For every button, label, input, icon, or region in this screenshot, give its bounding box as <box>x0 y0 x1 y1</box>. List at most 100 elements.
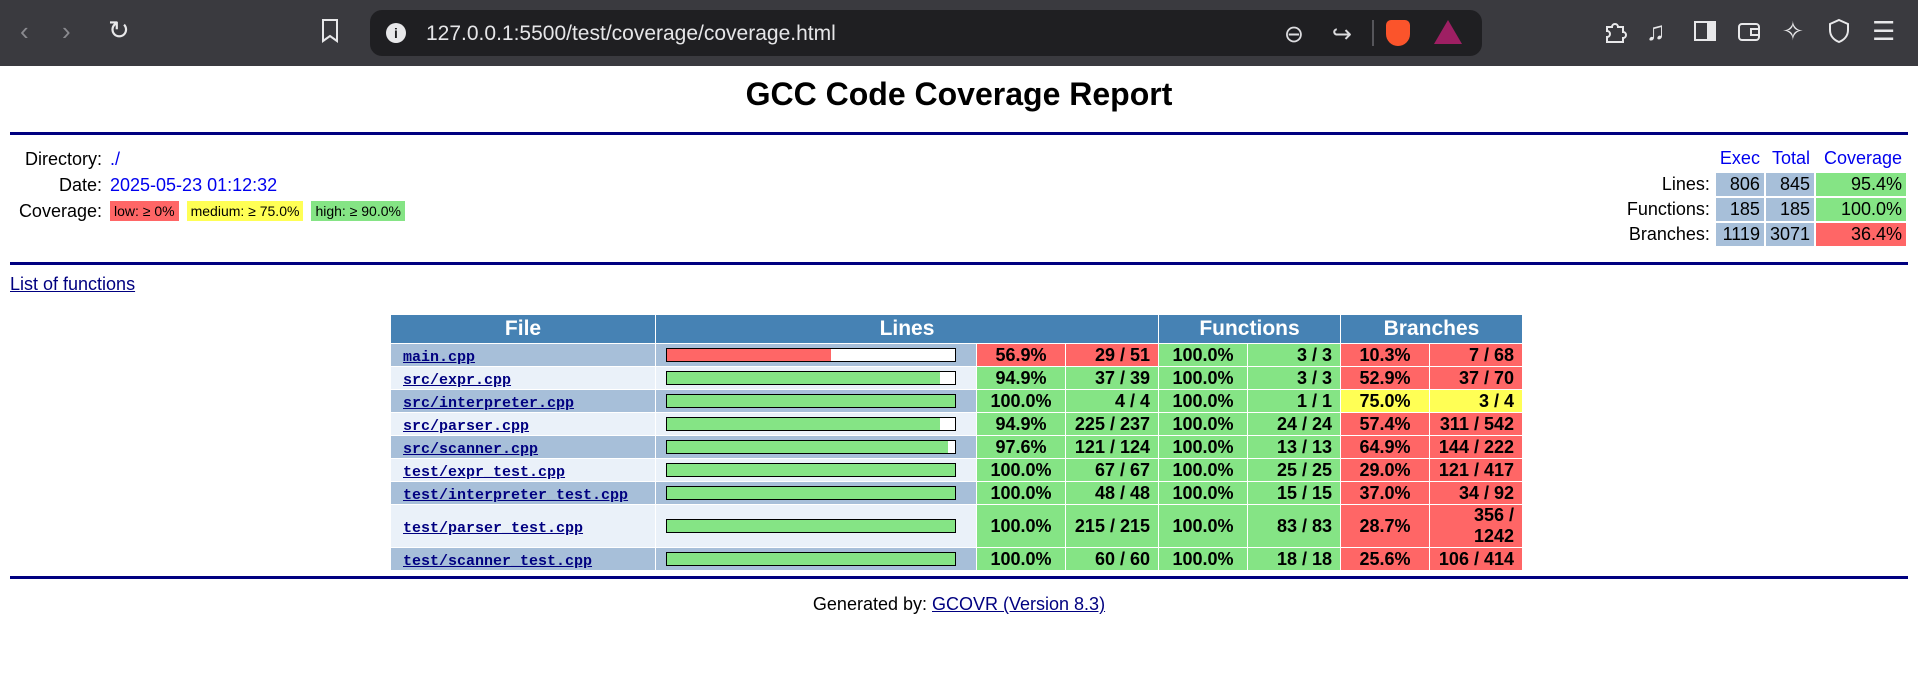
line-coverage-bar <box>666 394 956 408</box>
info-icon[interactable]: i <box>386 23 406 43</box>
reload-icon[interactable]: ↻ <box>108 17 130 43</box>
summary-header-exec: Exec <box>1719 148 1760 168</box>
functions-ratio: 18 / 18 <box>1248 548 1340 570</box>
branches-percent: 25.6% <box>1341 548 1429 570</box>
table-row: test/scanner_test.cpp 100.0% 60 / 60 100.0%… <box>391 548 1522 570</box>
summary-total: 185 <box>1765 198 1814 221</box>
extensions-icon[interactable] <box>1602 18 1628 48</box>
legend-high: high: ≥ 90.0% <box>311 201 405 221</box>
file-cell: main.cpp <box>391 344 655 366</box>
functions-percent: 100.0% <box>1159 390 1247 412</box>
summary-rule <box>10 262 1908 265</box>
summary-coverage: 36.4% <box>1816 223 1906 246</box>
line-coverage-bar-fill <box>667 349 831 361</box>
file-link[interactable]: src/expr.cpp <box>403 372 511 389</box>
file-link[interactable]: test/expr_test.cpp <box>403 464 565 481</box>
vpn-icon[interactable] <box>1826 18 1852 48</box>
file-cell: src/interpreter.cpp <box>391 390 655 412</box>
branches-percent: 75.0% <box>1341 390 1429 412</box>
legend-medium: medium: ≥ 75.0% <box>186 201 304 221</box>
file-link[interactable]: test/interpreter_test.cpp <box>403 487 628 504</box>
menu-icon[interactable]: ☰ <box>1872 18 1895 44</box>
line-coverage-bar-cell <box>656 459 976 481</box>
line-coverage-bar <box>666 552 956 566</box>
back-icon[interactable]: ‹ <box>20 18 29 44</box>
bookmark-icon[interactable] <box>320 18 340 48</box>
branches-percent: 28.7% <box>1341 505 1429 547</box>
lines-percent: 100.0% <box>977 459 1065 481</box>
lines-ratio: 121 / 124 <box>1066 436 1158 458</box>
branches-percent: 37.0% <box>1341 482 1429 504</box>
functions-percent: 100.0% <box>1159 459 1247 481</box>
file-link[interactable]: src/scanner.cpp <box>403 441 538 458</box>
functions-ratio: 25 / 25 <box>1248 459 1340 481</box>
file-cell: test/interpreter_test.cpp <box>391 482 655 504</box>
lines-column-header: Lines <box>656 315 1158 343</box>
file-link[interactable]: main.cpp <box>403 349 475 366</box>
branches-percent: 29.0% <box>1341 459 1429 481</box>
line-coverage-bar-cell <box>656 390 976 412</box>
branches-ratio: 144 / 222 <box>1430 436 1522 458</box>
summary-coverage: 95.4% <box>1816 173 1906 196</box>
line-coverage-bar-fill <box>667 487 955 499</box>
line-coverage-bar <box>666 440 956 454</box>
branches-ratio: 34 / 92 <box>1430 482 1522 504</box>
line-coverage-bar-cell <box>656 436 976 458</box>
functions-percent: 100.0% <box>1159 505 1247 547</box>
lines-ratio: 67 / 67 <box>1066 459 1158 481</box>
line-coverage-bar-fill <box>667 372 941 384</box>
page-title: GCC Code Coverage Report <box>745 76 1173 112</box>
header-rule <box>10 132 1908 135</box>
lines-percent: 100.0% <box>977 548 1065 570</box>
sidebar-icon[interactable] <box>1692 18 1718 48</box>
line-coverage-bar-fill <box>667 418 941 430</box>
url-text[interactable]: 127.0.0.1:5500/test/coverage/coverage.ht… <box>426 22 836 46</box>
address-bar[interactable]: i 127.0.0.1:5500/test/coverage/coverage.… <box>370 10 1482 56</box>
lines-percent: 100.0% <box>977 390 1065 412</box>
functions-ratio: 13 / 13 <box>1248 436 1340 458</box>
forward-icon[interactable]: › <box>62 18 71 44</box>
line-coverage-bar-fill <box>667 464 955 476</box>
summary-exec: 185 <box>1715 198 1764 221</box>
branches-percent: 52.9% <box>1341 367 1429 389</box>
line-coverage-bar-fill <box>667 395 955 407</box>
file-cell: test/parser_test.cpp <box>391 505 655 547</box>
table-row: main.cpp 56.9% 29 / 51 100.0% 3 / 3 10.3% 7 / … <box>391 344 1522 366</box>
coverage-report: GCC Code Coverage Report Directory: ./ D… <box>0 66 1918 684</box>
zoom-out-icon[interactable]: ⊖ <box>1284 20 1304 49</box>
branches-ratio: 106 / 414 <box>1430 548 1522 570</box>
wallet-icon[interactable] <box>1736 18 1762 48</box>
branches-column-header: Branches <box>1341 315 1522 343</box>
line-coverage-bar-cell <box>656 344 976 366</box>
list-of-functions-link[interactable]: List of functions <box>10 274 135 295</box>
line-coverage-bar <box>666 371 956 385</box>
branches-ratio: 356 / 1242 <box>1430 505 1522 547</box>
table-row: test/interpreter_test.cpp 100.0% 48 / 48 10… <box>391 482 1522 504</box>
summary-total: 3071 <box>1765 223 1814 246</box>
line-coverage-bar-fill <box>667 553 955 565</box>
media-icon[interactable]: ♫ <box>1646 18 1666 44</box>
line-coverage-bar <box>666 348 956 362</box>
line-coverage-bar-cell <box>656 482 976 504</box>
gcovr-link[interactable]: GCOVR (Version 8.3) <box>932 594 1105 614</box>
lines-percent: 100.0% <box>977 505 1065 547</box>
lines-ratio: 215 / 215 <box>1066 505 1158 547</box>
file-link[interactable]: test/scanner_test.cpp <box>403 553 592 570</box>
share-icon[interactable]: ↪ <box>1332 20 1352 49</box>
file-link[interactable]: src/interpreter.cpp <box>403 395 574 412</box>
brave-shields-icon[interactable] <box>1386 20 1410 46</box>
brave-rewards-icon[interactable] <box>1434 20 1462 44</box>
legend-low: low: ≥ 0% <box>110 201 179 221</box>
file-link[interactable]: test/parser_test.cpp <box>403 520 583 537</box>
branches-ratio: 311 / 542 <box>1430 413 1522 435</box>
file-link[interactable]: src/parser.cpp <box>403 418 529 435</box>
line-coverage-bar-cell <box>656 505 976 547</box>
lines-percent: 94.9% <box>977 413 1065 435</box>
functions-ratio: 3 / 3 <box>1248 367 1340 389</box>
coverage-summary-table: Exec Total Coverage Lines: 806 845 95.4%… <box>1621 144 1908 248</box>
functions-ratio: 1 / 1 <box>1248 390 1340 412</box>
coverage-legend-label: Coverage: <box>18 200 102 221</box>
table-row: test/expr_test.cpp 100.0% 67 / 67 100.0% 25 … <box>391 459 1522 481</box>
summary-total: 845 <box>1765 173 1814 196</box>
leo-ai-icon[interactable]: ✧ <box>1782 18 1804 44</box>
